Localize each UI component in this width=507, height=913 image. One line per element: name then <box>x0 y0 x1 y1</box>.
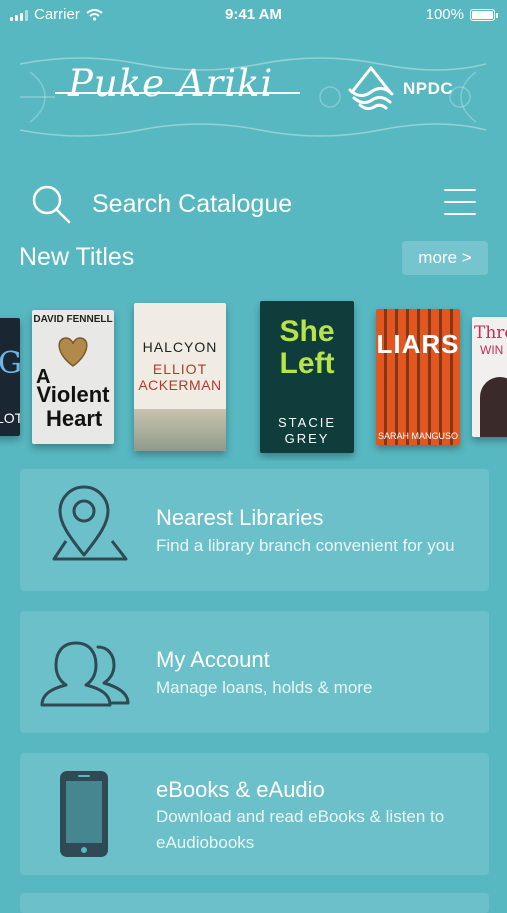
map-pin-icon <box>52 485 128 561</box>
card-subtitle: Download and read eBooks & listen to eAu… <box>156 807 445 852</box>
phone-icon <box>60 771 108 857</box>
book-title-text: HALCYON <box>142 339 218 355</box>
card-title: eBooks & eAudio <box>156 777 325 802</box>
status-bar: Carrier 9:41 AM 100% <box>0 0 507 30</box>
logo-underline <box>55 92 300 94</box>
book-cover[interactable]: She Left STACIE GREY <box>260 301 354 453</box>
book-author-text: ACKERMAN <box>138 377 222 393</box>
battery-icon <box>470 8 498 21</box>
header-banner: Puke Ariki NPDC <box>20 52 486 142</box>
cover-figure <box>480 377 507 437</box>
search-bar: Search Catalogue <box>20 178 486 230</box>
book-cover[interactable]: LIARS SARAH MANGUSO <box>376 309 460 445</box>
card-title: Nearest Libraries <box>156 505 324 530</box>
book-title-text: Heart <box>46 406 103 431</box>
section-title-new-titles: New Titles <box>19 243 135 271</box>
book-author-text: DAVID FENNELL <box>33 314 113 325</box>
card-my-account[interactable]: My Account Manage loans, holds & more <box>20 611 489 733</box>
card-title: My Account <box>156 647 270 672</box>
book-cover[interactable]: HALCYON ELLIOT ACKERMAN <box>134 303 226 451</box>
book-author-text: ELLIOT <box>152 361 208 377</box>
search-icon[interactable] <box>30 183 72 225</box>
book-cover[interactable]: G LOT <box>0 318 20 436</box>
new-titles-carousel[interactable]: G LOT DAVID FENNELL A Violent Heart HALC… <box>0 296 507 461</box>
heart-chain-icon <box>58 337 88 367</box>
book-title-text: Thro <box>474 323 507 343</box>
book-author-text: STACIE <box>278 415 336 430</box>
partner-logo-text: NPDC <box>403 79 454 98</box>
card-subtitle: Find a library branch convenient for you <box>156 536 455 555</box>
book-author-text: LOT <box>0 410 20 426</box>
battery-indicator: 100% <box>425 6 498 23</box>
card-ebooks-eaudio[interactable]: eBooks & eAudio Download and read eBooks… <box>20 753 489 875</box>
search-input[interactable]: Search Catalogue <box>92 188 392 220</box>
book-author-text: GREY <box>284 431 330 446</box>
book-title-text: G <box>0 346 20 381</box>
battery-percent: 100% <box>425 6 464 23</box>
book-title-text: She <box>279 315 335 348</box>
card-partial[interactable] <box>20 893 489 913</box>
book-title-text: Left <box>279 347 335 380</box>
hamburger-menu-icon[interactable] <box>444 188 478 216</box>
users-icon <box>40 641 130 707</box>
npdc-logo-icon <box>348 66 394 111</box>
card-nearest-libraries[interactable]: Nearest Libraries Find a library branch … <box>20 469 489 591</box>
book-author-text: SARAH MANGUSO <box>377 431 458 441</box>
cover-landscape <box>134 409 226 451</box>
book-title-text: WIN <box>480 343 504 357</box>
brand-logo-text: Puke Ariki <box>68 62 274 105</box>
book-title-text: Violent <box>36 382 110 407</box>
book-title-text: LIARS <box>376 329 460 359</box>
card-subtitle: Manage loans, holds & more <box>156 678 373 697</box>
book-cover[interactable]: Thro WIN <box>472 317 507 437</box>
book-cover[interactable]: DAVID FENNELL A Violent Heart <box>32 310 114 444</box>
more-button[interactable]: more > <box>402 241 488 275</box>
